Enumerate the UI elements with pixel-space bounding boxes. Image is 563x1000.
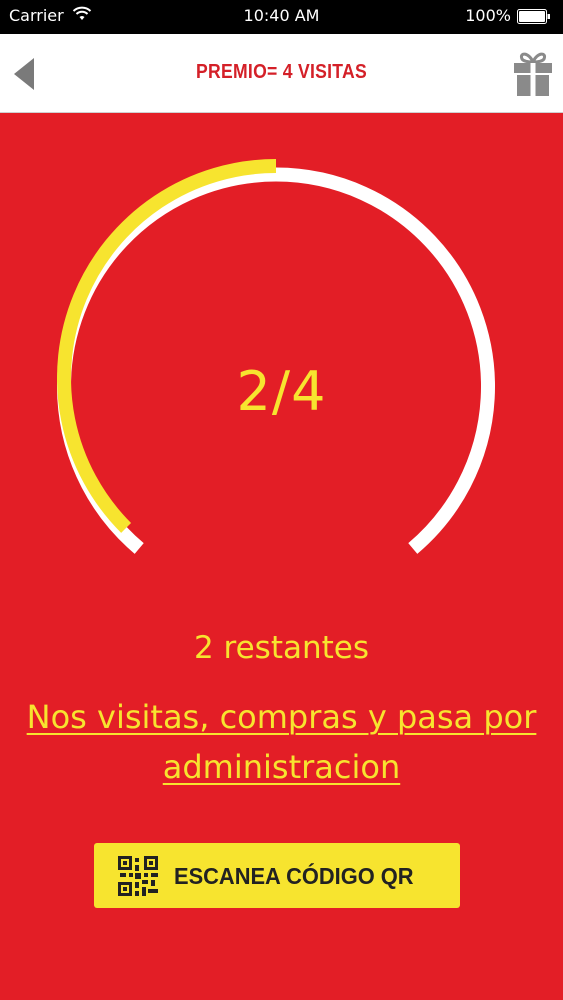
instructions-line-1: Nos visitas, compras y pasa por [26,698,537,736]
visit-count: 2/4 [236,360,327,423]
instructions-line-2: administracion [162,748,401,786]
scan-qr-button[interactable]: ESCANEA CÓDIGO QR [94,843,460,908]
header: PREMIO= 4 VISITAS [0,34,563,113]
gift-icon[interactable] [511,50,555,98]
status-bar: Carrier 10:40 AM 100% [0,0,563,34]
remaining-visits: 2 restantes [193,630,370,666]
battery-percent: 100% [465,6,511,25]
qr-code-icon [118,856,158,896]
gauge-fill [57,159,277,533]
battery-icon [517,9,550,24]
instructions-link[interactable]: Nos visitas, compras y pasa por administ… [0,692,563,792]
scan-qr-label: ESCANEA CÓDIGO QR [174,863,414,889]
page-title: PREMIO= 4 VISITAS [196,61,367,83]
